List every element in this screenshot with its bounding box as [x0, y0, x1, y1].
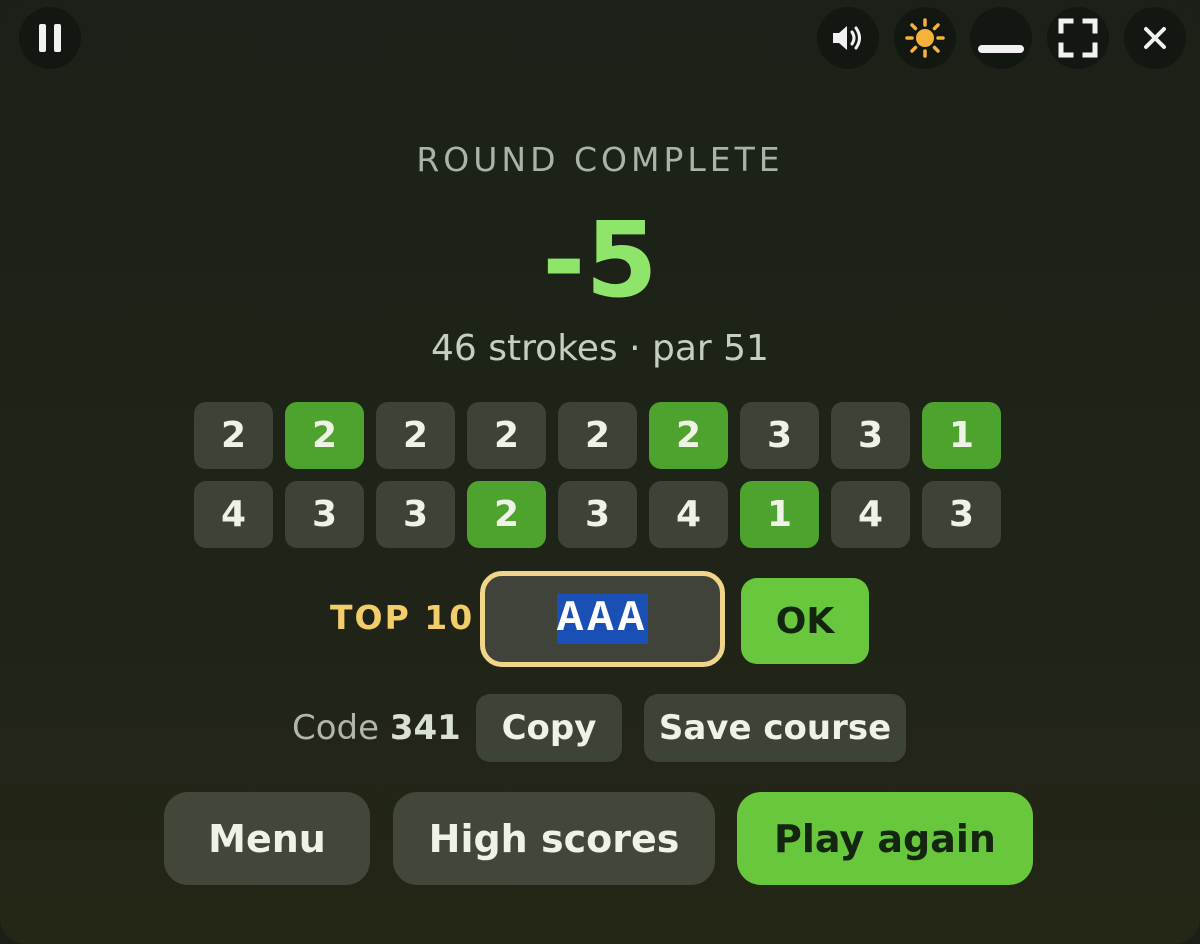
- round-complete-screen: ROUND COMPLETE -5 46 strokes · par 51 2 …: [0, 0, 1200, 944]
- top-ten-label: TOP 10: [330, 598, 475, 637]
- hole-score: 2: [194, 402, 273, 469]
- hole-score: 3: [922, 481, 1001, 548]
- theme-button[interactable]: [894, 7, 956, 69]
- hole-score: 3: [376, 481, 455, 548]
- hole-score: 4: [831, 481, 910, 548]
- close-icon: [1144, 27, 1166, 49]
- course-code: Code 341: [292, 708, 461, 748]
- speaker-icon: [833, 26, 861, 50]
- pause-icon: [39, 24, 61, 52]
- hole-score: 4: [649, 481, 728, 548]
- pause-button[interactable]: [19, 7, 81, 69]
- hole-score: 2: [467, 402, 546, 469]
- round-complete-title: ROUND COMPLETE: [416, 140, 784, 179]
- high-scores-button[interactable]: High scores: [393, 792, 715, 885]
- hole-scorecard: 2 2 2 2 2 2 3 3 1 4 3 3 2 3 4 1 4 3: [194, 402, 1014, 560]
- close-button[interactable]: [1124, 7, 1186, 69]
- hole-score: 4: [194, 481, 273, 548]
- hole-score: 1: [922, 402, 1001, 469]
- sun-icon: [905, 18, 945, 58]
- fullscreen-button[interactable]: [1047, 7, 1109, 69]
- fullscreen-icon: [1058, 18, 1098, 58]
- hole-score: 2: [558, 402, 637, 469]
- score-to-par: -5: [542, 199, 658, 321]
- ok-button[interactable]: OK: [741, 578, 869, 664]
- initials-input[interactable]: [480, 571, 725, 667]
- play-again-button[interactable]: Play again: [737, 792, 1033, 885]
- hole-score: 2: [376, 402, 455, 469]
- menu-button[interactable]: Menu: [164, 792, 370, 885]
- scorecard-row-back: 4 3 3 2 3 4 1 4 3: [194, 481, 1014, 548]
- copy-code-button[interactable]: Copy: [476, 694, 622, 762]
- scorecard-row-front: 2 2 2 2 2 2 3 3 1: [194, 402, 1014, 469]
- hole-score: 2: [285, 402, 364, 469]
- course-code-label: Code: [292, 708, 380, 748]
- minimize-icon: [978, 45, 1024, 53]
- hole-score: 2: [467, 481, 546, 548]
- hole-score: 2: [649, 402, 728, 469]
- strokes-summary: 46 strokes · par 51: [431, 328, 769, 369]
- hole-score: 3: [558, 481, 637, 548]
- course-code-value: 341: [389, 708, 461, 748]
- hole-score: 1: [740, 481, 819, 548]
- sound-button[interactable]: [817, 7, 879, 69]
- hole-score: 3: [740, 402, 819, 469]
- hole-score: 3: [831, 402, 910, 469]
- hole-score: 3: [285, 481, 364, 548]
- minimize-button[interactable]: [970, 7, 1032, 69]
- save-course-button[interactable]: Save course: [644, 694, 906, 762]
